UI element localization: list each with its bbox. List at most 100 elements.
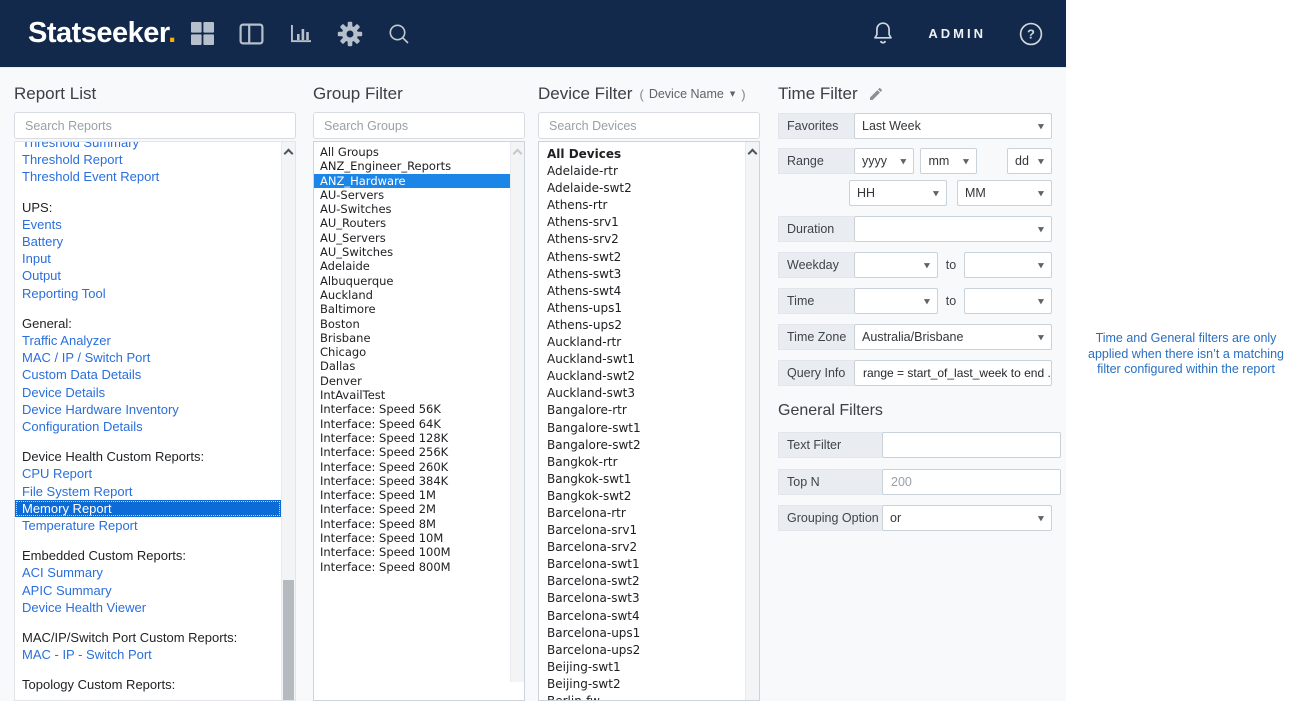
range-month-select[interactable]: mm ▼ xyxy=(920,148,978,174)
device-item[interactable]: Barcelona-ups1 xyxy=(539,625,746,642)
device-item[interactable]: Athens-swt3 xyxy=(539,266,746,283)
edit-pencil-icon[interactable] xyxy=(868,86,884,102)
report-item[interactable]: Threshold Event Report xyxy=(15,168,281,185)
favorites-select[interactable]: Last Week ▼ xyxy=(854,113,1052,139)
device-item[interactable]: Auckland-rtr xyxy=(539,334,746,351)
report-item[interactable]: Events xyxy=(15,216,281,233)
admin-user-label[interactable]: ADMIN xyxy=(928,26,986,41)
group-item[interactable]: Albuquerque xyxy=(314,274,511,288)
group-item[interactable]: AU_Routers xyxy=(314,216,511,230)
device-item[interactable]: Adelaide-swt2 xyxy=(539,180,746,197)
device-item[interactable]: Athens-rtr xyxy=(539,197,746,214)
group-item[interactable]: Interface: Speed 8M xyxy=(314,517,511,531)
group-search-input[interactable] xyxy=(313,112,525,139)
device-item[interactable]: Bangkok-rtr xyxy=(539,454,746,471)
grouping-option-select[interactable]: or ▼ xyxy=(882,505,1052,531)
group-item[interactable]: Interface: Speed 800M xyxy=(314,560,511,574)
report-item[interactable]: Memory Report xyxy=(15,499,281,518)
device-name-selector[interactable]: Device Name ▼ xyxy=(649,87,735,101)
report-item[interactable]: Device Hardware Inventory xyxy=(15,401,281,418)
group-item[interactable]: Interface: Speed 260K xyxy=(314,460,511,474)
device-item[interactable]: Athens-ups2 xyxy=(539,317,746,334)
report-item[interactable]: Input xyxy=(15,250,281,267)
group-item[interactable]: Denver xyxy=(314,374,511,388)
group-item[interactable]: IntAvailTest xyxy=(314,388,511,402)
weekday-from-select[interactable]: ▼ xyxy=(854,252,938,278)
group-item[interactable]: ANZ_Hardware xyxy=(314,173,511,188)
device-list-scrollbar[interactable] xyxy=(745,142,759,700)
group-item[interactable]: Interface: Speed 56K xyxy=(314,402,511,416)
group-item[interactable]: AU_Servers xyxy=(314,231,511,245)
device-item[interactable]: Barcelona-swt3 xyxy=(539,590,746,607)
group-item[interactable]: Interface: Speed 256K xyxy=(314,445,511,459)
report-item[interactable]: Device Details xyxy=(15,384,281,401)
group-item[interactable]: Chicago xyxy=(314,345,511,359)
weekday-to-select[interactable]: ▼ xyxy=(964,252,1052,278)
device-item[interactable]: Bangalore-swt1 xyxy=(539,420,746,437)
device-item[interactable]: Beijing-swt2 xyxy=(539,676,746,693)
range-hour-select[interactable]: HH ▼ xyxy=(849,180,947,206)
help-icon[interactable]: ? xyxy=(1018,21,1044,47)
range-year-select[interactable]: yyyy ▼ xyxy=(854,148,915,174)
device-item[interactable]: Athens-ups1 xyxy=(539,300,746,317)
bar-chart-icon[interactable] xyxy=(288,21,314,47)
group-item[interactable]: AU-Servers xyxy=(314,188,511,202)
device-item[interactable]: Bangkok-swt2 xyxy=(539,488,746,505)
report-item[interactable]: Configuration Details xyxy=(15,418,281,435)
range-day-select[interactable]: dd ▼ xyxy=(1007,148,1052,174)
text-filter-input[interactable] xyxy=(882,432,1061,458)
group-item[interactable]: Boston xyxy=(314,317,511,331)
statseeker-logo[interactable]: Statseeker. xyxy=(28,17,176,50)
report-item[interactable]: Reporting Tool xyxy=(15,285,281,302)
report-item[interactable]: Traffic Analyzer xyxy=(15,332,281,349)
device-item[interactable]: Auckland-swt2 xyxy=(539,368,746,385)
device-item[interactable]: Berlin-fw xyxy=(539,693,746,700)
group-item[interactable]: AU-Switches xyxy=(314,202,511,216)
duration-select[interactable]: ▼ xyxy=(854,216,1052,242)
group-item[interactable]: AU_Switches xyxy=(314,245,511,259)
group-item[interactable]: Interface: Speed 100M xyxy=(314,545,511,559)
device-item[interactable]: Barcelona-swt2 xyxy=(539,573,746,590)
device-item[interactable]: Barcelona-swt4 xyxy=(539,608,746,625)
report-item[interactable]: MAC - IP - Switch Port xyxy=(15,646,281,663)
device-search-input[interactable] xyxy=(538,112,760,139)
device-item[interactable]: Auckland-swt3 xyxy=(539,385,746,402)
report-item[interactable]: Battery xyxy=(15,233,281,250)
top-n-input[interactable] xyxy=(882,469,1061,495)
group-item[interactable]: Interface: Speed 384K xyxy=(314,474,511,488)
search-icon[interactable] xyxy=(386,21,412,47)
notifications-bell-icon[interactable] xyxy=(870,21,896,47)
report-item[interactable]: Device Health Viewer xyxy=(15,599,281,616)
device-item[interactable]: Barcelona-ups2 xyxy=(539,642,746,659)
device-item[interactable]: Athens-swt4 xyxy=(539,283,746,300)
group-item[interactable]: Interface: Speed 10M xyxy=(314,531,511,545)
group-item[interactable]: Baltimore xyxy=(314,302,511,316)
group-item[interactable]: Interface: Speed 2M xyxy=(314,502,511,516)
group-item[interactable]: Interface: Speed 128K xyxy=(314,431,511,445)
settings-gear-icon[interactable] xyxy=(337,21,363,47)
group-item[interactable]: Brisbane xyxy=(314,331,511,345)
group-item[interactable]: Interface: Speed 64K xyxy=(314,417,511,431)
timezone-select[interactable]: Australia/Brisbane ▼ xyxy=(854,324,1052,350)
range-minute-select[interactable]: MM ▼ xyxy=(957,180,1052,206)
device-item[interactable]: All Devices xyxy=(539,146,746,163)
report-list-scrollbar[interactable] xyxy=(281,142,295,700)
report-item[interactable]: ACI Summary xyxy=(15,564,281,581)
report-search-input[interactable] xyxy=(14,112,296,139)
group-item[interactable]: Dallas xyxy=(314,359,511,373)
device-item[interactable]: Barcelona-rtr xyxy=(539,505,746,522)
group-item[interactable]: Adelaide xyxy=(314,259,511,273)
time-to-select[interactable]: ▼ xyxy=(964,288,1052,314)
device-item[interactable]: Barcelona-srv1 xyxy=(539,522,746,539)
time-from-select[interactable]: ▼ xyxy=(854,288,938,314)
group-item[interactable]: Auckland xyxy=(314,288,511,302)
apps-grid-icon[interactable] xyxy=(190,21,216,47)
group-item[interactable]: Interface: Speed 1M xyxy=(314,488,511,502)
report-item[interactable]: Threshold Summary xyxy=(15,142,281,151)
layout-panels-icon[interactable] xyxy=(239,21,265,47)
report-item[interactable]: MAC / IP / Switch Port xyxy=(15,349,281,366)
device-item[interactable]: Bangkok-swt1 xyxy=(539,471,746,488)
device-item[interactable]: Athens-srv2 xyxy=(539,231,746,248)
device-item[interactable]: Barcelona-srv2 xyxy=(539,539,746,556)
report-item[interactable]: File System Report xyxy=(15,483,281,500)
